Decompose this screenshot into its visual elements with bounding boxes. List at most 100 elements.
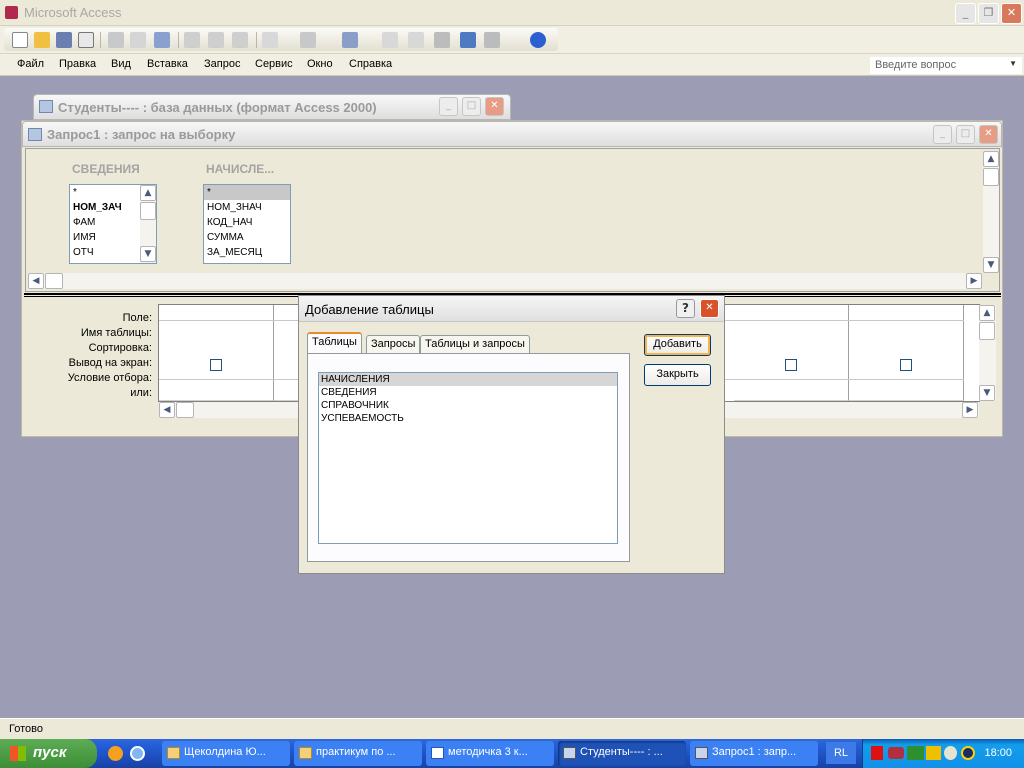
field-list-scrollbar[interactable]: ▲ ▼	[140, 185, 156, 263]
menu-window[interactable]: Окно	[307, 58, 333, 70]
shield-icon[interactable]	[944, 746, 957, 760]
scroll-up-icon[interactable]: ▲	[983, 151, 999, 167]
help-button[interactable]: ?	[676, 299, 695, 318]
spellcheck-icon[interactable]	[154, 32, 170, 48]
scroll-thumb[interactable]	[979, 322, 995, 340]
scroll-right-icon[interactable]: ▶	[962, 402, 978, 418]
start-button[interactable]: пуск	[0, 739, 97, 768]
field-item[interactable]: НОМ_ЗНАЧ	[204, 200, 290, 215]
cut-icon[interactable]	[184, 32, 200, 48]
build-icon[interactable]	[460, 32, 476, 48]
scroll-thumb[interactable]	[176, 402, 194, 418]
scroll-down-icon[interactable]: ▼	[140, 246, 156, 262]
properties-icon[interactable]	[434, 32, 450, 48]
tab-tables-and-queries[interactable]: Таблицы и запросы	[420, 335, 530, 353]
list-item[interactable]: СПРАВОЧНИК	[319, 399, 617, 412]
keyboard-layout-icon[interactable]	[907, 746, 924, 760]
print-icon[interactable]	[108, 32, 124, 48]
copy-icon[interactable]	[208, 32, 224, 48]
restore-button[interactable]: ❐	[978, 3, 999, 24]
save-icon[interactable]	[56, 32, 72, 48]
search-icon[interactable]	[78, 32, 94, 48]
menu-help[interactable]: Справка	[349, 58, 392, 70]
query-icon	[695, 747, 708, 759]
menu-tools[interactable]: Сервис	[255, 58, 293, 70]
field-item[interactable]: КОД_НАЧ	[204, 215, 290, 230]
kaspersky-icon[interactable]	[871, 746, 883, 760]
db-close-button[interactable]: ✕	[485, 97, 504, 116]
table-pane-hscrollbar[interactable]: ◀ ▶	[28, 273, 982, 289]
db-minimize-button[interactable]: _	[439, 97, 458, 116]
field-item[interactable]: *	[204, 185, 290, 200]
scroll-left-icon[interactable]: ◀	[159, 402, 175, 418]
table-nachisleniya[interactable]: НАЧИСЛЕ... * НОМ_ЗНАЧ КОД_НАЧ СУММА ЗА_М…	[200, 157, 294, 269]
query-type-icon[interactable]	[300, 32, 316, 48]
scroll-thumb[interactable]	[140, 202, 156, 220]
network-icon[interactable]	[888, 747, 904, 759]
scroll-left-icon[interactable]: ◀	[28, 273, 44, 289]
utility-icon[interactable]	[926, 746, 941, 760]
scroll-down-icon[interactable]: ▼	[979, 385, 995, 401]
table-svedeniya[interactable]: СВЕДЕНИЯ * НОМ_ЗАЧ ФАМ ИМЯ ОТЧ ▲ ▼	[66, 157, 160, 269]
table-list[interactable]: НАЧИСЛЕНИЯ СВЕДЕНИЯ СПРАВОЧНИК УСПЕВАЕМО…	[318, 372, 618, 544]
close-button[interactable]: ✕	[1001, 3, 1022, 24]
chevron-down-icon[interactable]: ▼	[1009, 59, 1017, 68]
scroll-thumb[interactable]	[45, 273, 63, 289]
field-list[interactable]: * НОМ_ЗАЧ ФАМ ИМЯ ОТЧ ▲ ▼	[69, 184, 157, 264]
ask-question-input[interactable]: Введите вопрос ▼	[870, 57, 1022, 74]
menu-file[interactable]: Файл	[17, 58, 44, 70]
database-window-icon[interactable]	[484, 32, 500, 48]
paste-icon[interactable]	[232, 32, 248, 48]
new-icon[interactable]	[12, 32, 28, 48]
totals-icon[interactable]	[408, 32, 424, 48]
open-icon[interactable]	[34, 32, 50, 48]
help-icon[interactable]	[530, 32, 546, 48]
settings-icon[interactable]	[961, 746, 975, 760]
taskbar-item[interactable]: методичка 3 к...	[426, 741, 554, 766]
media-player-icon[interactable]	[108, 746, 123, 761]
query-close-button[interactable]: ✕	[979, 125, 998, 144]
list-item[interactable]: УСПЕВАЕМОСТЬ	[319, 412, 617, 425]
taskbar-item[interactable]: Запрос1 : запр...	[690, 741, 818, 766]
query-maximize-button[interactable]: □	[956, 125, 975, 144]
list-item[interactable]: НАЧИСЛЕНИЯ	[319, 373, 617, 386]
show-checkbox[interactable]	[900, 359, 912, 371]
add-table-dialog[interactable]: Добавление таблицы ? ✕ Таблицы Запросы Т…	[298, 295, 725, 574]
scroll-thumb[interactable]	[983, 168, 999, 186]
menu-query[interactable]: Запрос	[204, 58, 240, 70]
field-item[interactable]: СУММА	[204, 230, 290, 245]
language-indicator[interactable]: RL	[826, 742, 856, 764]
query-minimize-button[interactable]: _	[933, 125, 952, 144]
dialog-close-button[interactable]: ✕	[700, 299, 719, 318]
field-list[interactable]: * НОМ_ЗНАЧ КОД_НАЧ СУММА ЗА_МЕСЯЦ	[203, 184, 291, 264]
show-checkbox[interactable]	[785, 359, 797, 371]
toolbar	[0, 26, 1024, 54]
db-maximize-button[interactable]: □	[462, 97, 481, 116]
show-table-icon[interactable]	[382, 32, 398, 48]
menu-insert[interactable]: Вставка	[147, 58, 188, 70]
run-icon[interactable]	[342, 32, 358, 48]
ie-icon[interactable]	[130, 746, 145, 761]
add-button[interactable]: Добавить	[644, 334, 711, 356]
show-checkbox[interactable]	[210, 359, 222, 371]
list-item[interactable]: СВЕДЕНИЯ	[319, 386, 617, 399]
menu-view[interactable]: Вид	[111, 58, 131, 70]
taskbar-item[interactable]: Студенты---- : ...	[558, 741, 686, 766]
field-item[interactable]: ЗА_МЕСЯЦ	[204, 245, 290, 260]
table-pane-vscrollbar[interactable]: ▲ ▼	[983, 151, 999, 273]
database-window[interactable]: Студенты---- : база данных (формат Acces…	[33, 94, 511, 120]
preview-icon[interactable]	[130, 32, 146, 48]
scroll-right-icon[interactable]: ▶	[966, 273, 982, 289]
scroll-down-icon[interactable]: ▼	[983, 257, 999, 273]
taskbar-item[interactable]: Щеколдина Ю...	[162, 741, 290, 766]
scroll-up-icon[interactable]: ▲	[140, 185, 156, 201]
undo-icon[interactable]	[262, 32, 278, 48]
minimize-button[interactable]: _	[955, 3, 976, 24]
scroll-up-icon[interactable]: ▲	[979, 305, 995, 321]
menu-edit[interactable]: Правка	[59, 58, 96, 70]
taskbar-item[interactable]: практикум по ...	[294, 741, 422, 766]
close-dialog-button[interactable]: Закрыть	[644, 364, 711, 386]
tab-tables[interactable]: Таблицы	[307, 332, 362, 353]
tab-queries[interactable]: Запросы	[366, 335, 421, 353]
grid-vscrollbar[interactable]: ▲ ▼	[979, 305, 996, 401]
